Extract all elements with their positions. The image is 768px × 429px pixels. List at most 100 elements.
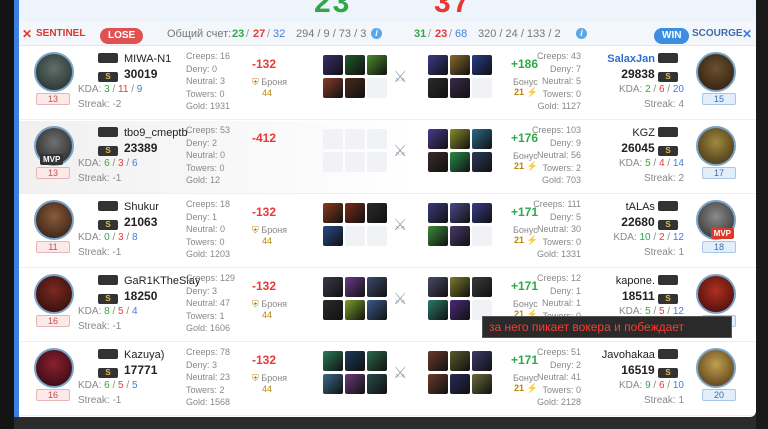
stat-value: 16 (220, 51, 231, 61)
stat-creeps: Creeps: 16 (186, 50, 230, 63)
item-icon[interactable] (450, 226, 470, 246)
hero-avatar[interactable] (696, 52, 736, 92)
item-icon[interactable] (367, 351, 387, 371)
item-icon[interactable] (345, 374, 365, 394)
player-name[interactable]: kapone. (616, 275, 684, 287)
stat-value: 2 (575, 162, 581, 173)
item-icon[interactable] (428, 152, 448, 172)
item-icon[interactable] (450, 300, 470, 320)
player-row: 11 Shukur S 21063 KDA: 0 / 3 / 8 Streak: -1 Cr… (14, 195, 756, 268)
item-icon[interactable] (428, 55, 448, 75)
item-icon[interactable] (472, 277, 492, 297)
item-icon[interactable] (367, 55, 387, 75)
item-icon[interactable] (450, 374, 470, 394)
stat-label: Towers: (186, 88, 218, 99)
item-icon[interactable] (428, 78, 448, 98)
rank-badge-icon: S (98, 72, 118, 82)
stat-label: Neutral: (536, 224, 569, 234)
kda-label: KDA: (78, 232, 102, 243)
item-icon[interactable] (323, 351, 343, 371)
item-icon[interactable] (345, 277, 365, 297)
item-icon[interactable] (428, 351, 448, 371)
item-icon[interactable] (472, 55, 492, 75)
player-streak: Streak: -1 (78, 173, 121, 184)
item-icon[interactable] (450, 203, 470, 223)
stat-label: Neutral: (186, 298, 218, 308)
item-icon[interactable] (345, 78, 365, 98)
item-slots (428, 277, 492, 321)
player-name-text: tALAs (625, 201, 655, 213)
item-icon[interactable] (367, 374, 387, 394)
kda-kills: 6 (104, 380, 110, 391)
player-name[interactable]: tALAs (626, 201, 684, 213)
player-name[interactable]: MIWA-N1 (98, 53, 171, 65)
item-icon[interactable] (367, 277, 387, 297)
item-icon[interactable] (450, 277, 470, 297)
stat-label: Deny: (549, 285, 574, 296)
rating-value: 17771 (124, 363, 158, 377)
player-rating: 29838 S (621, 67, 684, 82)
item-icon[interactable] (345, 55, 365, 75)
item-icon[interactable] (323, 203, 343, 223)
player-name[interactable]: Shukur (98, 201, 159, 213)
item-icon[interactable] (345, 300, 365, 320)
stat-value: 9 (575, 137, 581, 148)
hero-avatar[interactable] (34, 348, 74, 388)
item-icon[interactable] (428, 300, 448, 320)
item-icon[interactable] (367, 300, 387, 320)
rank-badge-icon: S (98, 146, 118, 156)
hero-avatar[interactable] (34, 52, 74, 92)
item-icon[interactable] (323, 300, 343, 320)
hero-avatar[interactable] (34, 200, 74, 240)
item-icon[interactable] (323, 277, 343, 297)
farm-stats: Creeps: 43 Deny: 7 Neutral: 5 Towers: 0 Gold… (537, 50, 581, 113)
hero-avatar[interactable] (696, 274, 736, 314)
item-icon[interactable] (428, 374, 448, 394)
player-name[interactable]: tbo9_cmeptb (98, 127, 188, 139)
item-slots (428, 55, 492, 99)
item-icon[interactable] (450, 129, 470, 149)
item-icon[interactable] (472, 152, 492, 172)
item-icon[interactable] (428, 277, 448, 297)
armor-value: 44 (262, 384, 273, 394)
kda-kills: 3 (104, 84, 110, 95)
player-name[interactable]: SalaxJan (607, 53, 684, 65)
player-name[interactable]: Kazuya) (98, 349, 164, 361)
kda-label: KDA: (618, 158, 643, 169)
item-icon[interactable] (323, 226, 343, 246)
hero-avatar[interactable] (34, 274, 74, 314)
item-icon[interactable] (472, 374, 492, 394)
hero-avatar[interactable] (696, 348, 736, 388)
item-icon[interactable] (472, 351, 492, 371)
item-icon[interactable] (428, 129, 448, 149)
stat-gold: Gold: 1331 (533, 248, 581, 261)
player-name-text: KGZ (632, 127, 655, 139)
stat-label: Creeps: (186, 273, 218, 283)
player-name[interactable]: Javohakaa (602, 349, 684, 361)
left-sep-2: / (267, 28, 271, 40)
rating-change: -132 (252, 205, 277, 219)
item-icon[interactable] (323, 55, 343, 75)
item-icon[interactable] (323, 78, 343, 98)
right-info-icon[interactable]: i (576, 28, 587, 39)
left-info-icon[interactable]: i (371, 28, 382, 39)
item-icon[interactable] (428, 203, 448, 223)
item-icon[interactable] (345, 351, 365, 371)
item-icon[interactable] (472, 203, 492, 223)
item-icon[interactable] (367, 203, 387, 223)
item-icon[interactable] (323, 374, 343, 394)
item-icon[interactable] (472, 129, 492, 149)
comment-tooltip: за него пикает вокера и побеждает (482, 316, 732, 338)
kda-deaths: 6 (658, 84, 665, 95)
player-name[interactable]: KGZ (632, 127, 684, 139)
bonus-value: 21 (514, 87, 525, 97)
farm-stats: Creeps: 103 Deny: 9 Neutral: 56 Towers: 2 Go… (532, 124, 581, 187)
hero-avatar[interactable] (696, 126, 736, 166)
item-icon[interactable] (450, 351, 470, 371)
rating-change: +171 (511, 353, 539, 367)
item-icon[interactable] (450, 78, 470, 98)
item-icon[interactable] (450, 152, 470, 172)
item-icon[interactable] (345, 203, 365, 223)
item-icon[interactable] (450, 55, 470, 75)
item-icon[interactable] (428, 226, 448, 246)
